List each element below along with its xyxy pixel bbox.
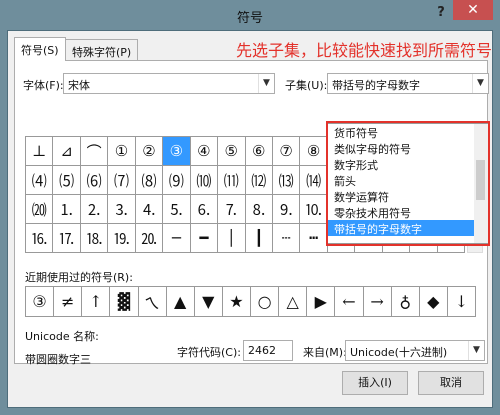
recent-symbol-cell[interactable]: ○: [251, 287, 280, 316]
dialog-body: 符号(S) 特殊字符(P) 字体(F): 宋体 ▼ 子集(U): 带括号的字母数…: [7, 30, 493, 408]
symbol-cell[interactable]: ⑾: [218, 166, 246, 195]
recent-symbol-cell[interactable]: ◆: [420, 287, 448, 316]
recent-symbol-cell[interactable]: ←: [335, 287, 364, 316]
symbol-cell[interactable]: ⑷: [26, 166, 54, 195]
symbol-cell[interactable]: ⑿: [245, 166, 273, 195]
symbol-cell[interactable]: ⒋: [135, 195, 164, 224]
symbol-cell[interactable]: ─: [163, 224, 191, 253]
char-code-input[interactable]: 2462: [243, 340, 293, 361]
symbol-cell[interactable]: ⑽: [190, 166, 219, 195]
symbol-cell[interactable]: ⒗: [26, 224, 54, 253]
from-value: Unicode(十六进制): [350, 346, 448, 359]
dialog-title: 符号: [236, 11, 263, 26]
tab-symbols[interactable]: 符号(S): [14, 37, 66, 61]
chevron-down-icon[interactable]: ▼: [468, 341, 484, 360]
symbol-cell[interactable]: ①: [108, 137, 136, 166]
font-select[interactable]: 宋体 ▼: [63, 73, 275, 94]
symbol-cell[interactable]: ⒘: [53, 224, 81, 253]
symbol-cell[interactable]: ⊿: [53, 137, 81, 166]
symbol-cell[interactable]: ④: [190, 137, 219, 166]
help-button[interactable]: ?: [432, 5, 450, 23]
close-button[interactable]: ✕: [453, 0, 493, 20]
highlight-box: [326, 121, 490, 246]
symbol-cell[interactable]: ⑧: [300, 137, 328, 166]
symbol-cell[interactable]: ⒙: [80, 224, 109, 253]
symbol-cell[interactable]: ⑥: [245, 137, 273, 166]
recent-label: 近期使用过的符号(R):: [25, 271, 133, 284]
recent-symbol-cell[interactable]: ▼: [195, 287, 223, 316]
symbol-cell[interactable]: ┃: [245, 224, 273, 253]
symbol-cell[interactable]: ⑼: [163, 166, 191, 195]
symbol-cell[interactable]: │: [218, 224, 246, 253]
recent-symbol-cell[interactable]: ▲: [167, 287, 195, 316]
font-label: 字体(F):: [23, 79, 64, 92]
recent-symbol-cell[interactable]: △: [279, 287, 308, 316]
recent-symbol-cell[interactable]: ★: [223, 287, 251, 316]
symbol-cell[interactable]: ⌒: [80, 137, 109, 166]
char-code-label: 字符代码(C):: [177, 346, 241, 359]
symbol-cell[interactable]: ⒛: [135, 224, 164, 253]
symbol-cell[interactable]: ③: [163, 137, 191, 166]
symbol-cell[interactable]: ⒈: [53, 195, 81, 224]
symbol-dialog: 符号 ? ✕ 符号(S) 特殊字符(P) 字体(F): 宋体 ▼ 子集(U): …: [0, 0, 500, 415]
recent-symbol-cell[interactable]: ▶: [307, 287, 336, 316]
symbol-cell[interactable]: ⑤: [218, 137, 246, 166]
symbol-cell[interactable]: ⊥: [26, 137, 54, 166]
symbol-cell[interactable]: ⒇: [26, 195, 54, 224]
recent-symbol-cell[interactable]: ↓: [448, 287, 476, 316]
cancel-button[interactable]: 取消: [418, 371, 484, 395]
recent-symbol-cell[interactable]: ▓: [110, 287, 139, 316]
symbol-cell[interactable]: ━: [190, 224, 219, 253]
symbol-cell[interactable]: ⑻: [135, 166, 164, 195]
recent-symbol-cell[interactable]: →: [364, 287, 392, 316]
symbol-cell[interactable]: ⒎: [218, 195, 246, 224]
symbol-cell[interactable]: ⑺: [108, 166, 136, 195]
font-value: 宋体: [68, 79, 90, 92]
symbol-cell[interactable]: ⒏: [245, 195, 273, 224]
recent-symbols: ③ ≠ ↑ ▓ ㄟ ▲ ▼ ★ ○ △ ▶ ← → ♁ ◆ ↓: [25, 286, 476, 317]
annotation-text: 先选子集，比较能快速找到所需符号: [236, 41, 493, 60]
symbol-cell[interactable]: ⒐: [272, 195, 301, 224]
symbol-cell[interactable]: ⒍: [190, 195, 219, 224]
chevron-down-icon[interactable]: ▼: [258, 74, 274, 93]
from-select[interactable]: Unicode(十六进制) ▼: [345, 340, 485, 361]
recent-symbol-cell[interactable]: ㄟ: [139, 287, 167, 316]
symbol-cell[interactable]: ⑹: [80, 166, 109, 195]
symbol-cell[interactable]: ⑦: [272, 137, 301, 166]
chevron-down-icon[interactable]: ▼: [472, 74, 488, 93]
symbol-cell[interactable]: ⒀: [272, 166, 301, 195]
subset-select[interactable]: 带括号的字母数字 ▼: [327, 73, 489, 94]
symbol-cell[interactable]: ②: [135, 137, 164, 166]
unicode-name-label: Unicode 名称:: [25, 330, 99, 343]
symbol-cell[interactable]: ⑸: [53, 166, 81, 195]
recent-symbol-cell[interactable]: ③: [26, 287, 55, 316]
from-label: 来自(M):: [303, 346, 347, 359]
symbol-cell[interactable]: ⒚: [108, 224, 136, 253]
symbol-cell[interactable]: ⒁: [300, 166, 328, 195]
subset-value: 带括号的字母数字: [332, 79, 420, 92]
unicode-name-value: 带圆圈数字三: [25, 353, 91, 366]
symbols-panel: 字体(F): 宋体 ▼ 子集(U): 带括号的字母数字 ▼ ⊥ ⊿ ⌒ ① ② ③ ④ ⑤ ⑥ ⑦…: [14, 60, 490, 366]
insert-button[interactable]: 插入(I): [342, 371, 408, 395]
symbol-cell[interactable]: ⒑: [300, 195, 328, 224]
symbol-cell[interactable]: ┄: [272, 224, 301, 253]
recent-symbol-cell[interactable]: ≠: [54, 287, 83, 316]
tab-special-characters[interactable]: 特殊字符(P): [65, 39, 139, 61]
subset-label: 子集(U):: [285, 79, 328, 92]
recent-symbol-cell[interactable]: ↑: [82, 287, 111, 316]
symbol-cell[interactable]: ⒉: [80, 195, 109, 224]
symbol-cell[interactable]: ⒊: [108, 195, 136, 224]
title-bar: 符号 ? ✕: [0, 0, 500, 30]
symbol-cell[interactable]: ⒌: [163, 195, 191, 224]
recent-symbol-cell[interactable]: ♁: [392, 287, 420, 316]
symbol-cell[interactable]: ┅: [300, 224, 328, 253]
